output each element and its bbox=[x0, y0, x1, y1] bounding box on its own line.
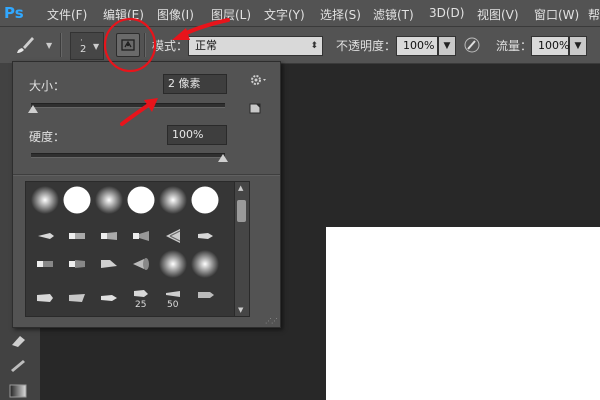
menu-type[interactable]: 文字(Y) bbox=[264, 6, 305, 23]
hardness-label: 硬度： bbox=[29, 130, 66, 144]
preset-soft-round[interactable] bbox=[28, 184, 62, 216]
resize-grip-icon[interactable]: ⋰⋰ bbox=[265, 317, 278, 325]
menu-view[interactable]: 视图(V) bbox=[477, 6, 519, 23]
smudge-icon[interactable] bbox=[8, 357, 28, 373]
preset-brush-tip[interactable] bbox=[188, 278, 222, 310]
chevron-down-icon[interactable]: ▼ bbox=[46, 41, 52, 50]
flow-value: 100% bbox=[538, 39, 570, 52]
menu-bar: Ps 文件(F) 编辑(E) 图像(I) 图层(L) 文字(Y) 选择(S) 滤… bbox=[0, 0, 600, 27]
hardness-slider-thumb[interactable] bbox=[218, 154, 228, 162]
hardness-slider-track[interactable] bbox=[31, 153, 225, 158]
brush-presets-grid: 25 50 bbox=[25, 181, 249, 317]
preset-size-label: 25 bbox=[135, 300, 147, 310]
menu-filter[interactable]: 滤镜(T) bbox=[373, 6, 414, 23]
menu-window[interactable]: 窗口(W) bbox=[534, 6, 579, 23]
separator bbox=[60, 33, 62, 57]
options-bar: ▼ · 2 ▼ 模式： 正常 ⬍ 不透明度： 100% ▼ 流量： 100% ▼ bbox=[0, 27, 600, 64]
preset-airbrush-tip[interactable] bbox=[124, 248, 158, 280]
chevron-down-icon: ▼ bbox=[93, 42, 100, 51]
size-slider-thumb[interactable] bbox=[28, 105, 38, 113]
mode-value: 正常 bbox=[195, 39, 217, 52]
menu-select[interactable]: 选择(S) bbox=[320, 6, 361, 23]
gear-icon[interactable] bbox=[249, 73, 267, 87]
opacity-label: 不透明度： bbox=[336, 39, 397, 53]
menu-edit[interactable]: 编辑(E) bbox=[103, 6, 144, 23]
brush-icon[interactable] bbox=[14, 35, 36, 55]
preset-brush-tip[interactable] bbox=[92, 248, 126, 280]
menu-help[interactable]: 帮 bbox=[588, 6, 600, 23]
watermark-url: jingyan.baidu.com bbox=[466, 371, 559, 382]
scrollbar-thumb[interactable] bbox=[237, 200, 246, 222]
size-input[interactable]: 2 像素 bbox=[163, 74, 227, 94]
opacity-field[interactable]: 100% bbox=[396, 36, 438, 56]
preset-brush-tip[interactable] bbox=[92, 282, 126, 314]
brush-preset-picker[interactable]: · 2 ▼ bbox=[70, 32, 104, 60]
hardness-value: 100% bbox=[172, 128, 204, 141]
preset-brush-tip[interactable] bbox=[28, 248, 62, 280]
flow-field[interactable]: 100% bbox=[531, 36, 569, 56]
preset-hard-round[interactable] bbox=[124, 184, 158, 216]
brush-preset-panel: 大小： 2 像素 硬度： 100% 25 50 ▲ ▼ ⋰⋰ bbox=[12, 61, 281, 328]
preset-brush-tip[interactable] bbox=[60, 282, 94, 314]
new-preset-icon[interactable] bbox=[249, 102, 263, 114]
flow-dropdown-button[interactable]: ▼ bbox=[569, 36, 587, 56]
hardness-input[interactable]: 100% bbox=[167, 125, 227, 145]
watermark-brand: Baidu bbox=[462, 337, 527, 361]
preset-soft-round[interactable] bbox=[92, 184, 126, 216]
preset-hard-round[interactable] bbox=[188, 184, 222, 216]
scroll-up-icon[interactable]: ▲ bbox=[238, 184, 243, 192]
separator bbox=[144, 33, 146, 57]
preset-brush-tip[interactable] bbox=[60, 248, 94, 280]
opacity-value: 100% bbox=[403, 39, 435, 52]
watermark-brand-cn: 经验 bbox=[550, 343, 581, 361]
paw-icon bbox=[528, 340, 547, 358]
menu-image[interactable]: 图像(I) bbox=[157, 6, 194, 23]
preset-brush-tip[interactable] bbox=[28, 282, 62, 314]
menu-3d[interactable]: 3D(D) bbox=[429, 6, 464, 20]
preset-size-label: 50 bbox=[167, 300, 179, 310]
menu-file[interactable]: 文件(F) bbox=[47, 6, 87, 23]
mode-select[interactable]: 正常 ⬍ bbox=[188, 36, 323, 56]
opacity-dropdown-button[interactable]: ▼ bbox=[438, 36, 456, 56]
baidu-watermark: Baidu 经验 jingyan.baidu.com bbox=[458, 335, 598, 395]
scroll-down-icon[interactable]: ▼ bbox=[238, 306, 243, 314]
brush-panel-toggle-button[interactable] bbox=[116, 33, 140, 57]
ps-logo: Ps bbox=[4, 4, 24, 22]
chevron-updown-icon: ⬍ bbox=[310, 41, 318, 51]
brush-size-readout: 2 bbox=[80, 44, 87, 55]
presets-scrollbar[interactable]: ▲ ▼ bbox=[234, 181, 250, 317]
panel-divider bbox=[13, 174, 280, 176]
gradient-icon[interactable] bbox=[8, 383, 28, 399]
eraser-icon[interactable] bbox=[8, 333, 28, 349]
mode-label: 模式： bbox=[152, 39, 189, 53]
airbrush-icon[interactable] bbox=[463, 36, 481, 54]
size-label: 大小： bbox=[29, 79, 66, 93]
size-slider-track[interactable] bbox=[31, 103, 225, 108]
brush-panel-toggle-icon bbox=[121, 39, 135, 51]
flow-label: 流量： bbox=[496, 39, 533, 53]
preset-soft-round[interactable] bbox=[188, 248, 222, 280]
size-value: 2 像素 bbox=[168, 77, 201, 90]
preset-soft-round[interactable] bbox=[156, 248, 190, 280]
preset-hard-round[interactable] bbox=[60, 184, 94, 216]
menu-layer[interactable]: 图层(L) bbox=[211, 6, 251, 23]
preset-soft-round[interactable] bbox=[156, 184, 190, 216]
